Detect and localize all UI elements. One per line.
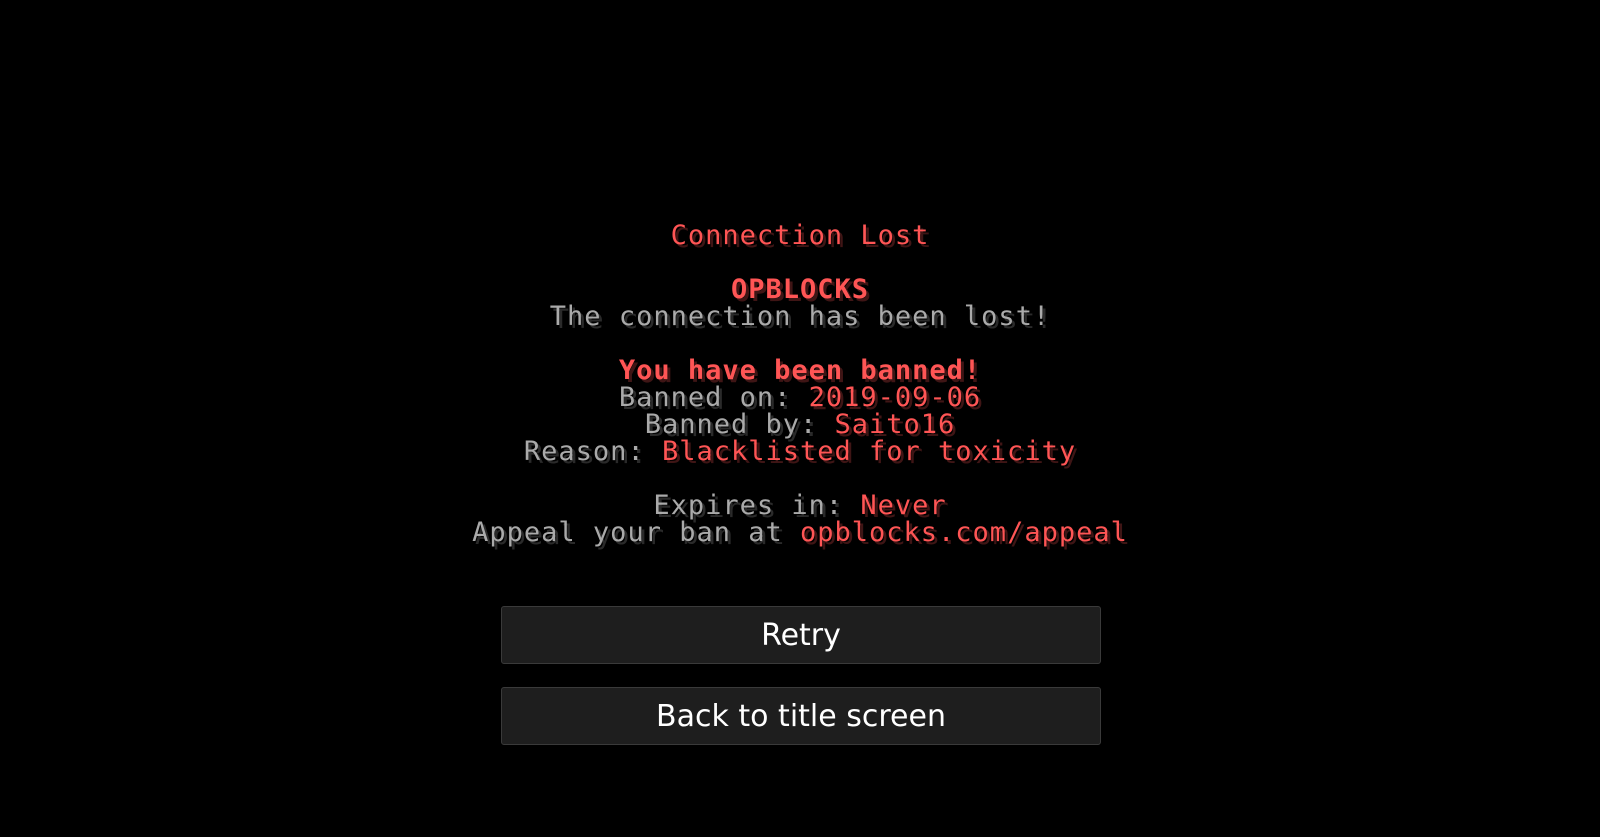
retry-button[interactable]: Retry [501,606,1101,664]
disconnect-message: Connection Lost OPBLOCKS The connection … [0,222,1600,546]
lost-message: The connection has been lost! [549,301,1051,332]
reason-line: Reason: Blacklisted for toxicity [0,438,1600,465]
reason-label: Reason: [523,436,662,467]
screen-title: Connection Lost [670,220,930,251]
banned-by-line: Banned by: Saito16 [0,411,1600,438]
disconnect-screen: Connection Lost OPBLOCKS The connection … [0,0,1600,837]
reason-value: Blacklisted for toxicity [661,436,1077,467]
ban-heading: You have been banned! [618,355,982,386]
server-name: OPBLOCKS [730,274,870,305]
banned-on-line: Banned on: 2019-09-06 [0,384,1600,411]
appeal-link: opblocks.com/appeal [800,517,1128,548]
appeal-label: Appeal your ban at [472,517,800,548]
expires-line: Expires in: Never [0,492,1600,519]
appeal-line: Appeal your ban at opblocks.com/appeal [0,519,1600,546]
back-to-title-button[interactable]: Back to title screen [501,687,1101,745]
